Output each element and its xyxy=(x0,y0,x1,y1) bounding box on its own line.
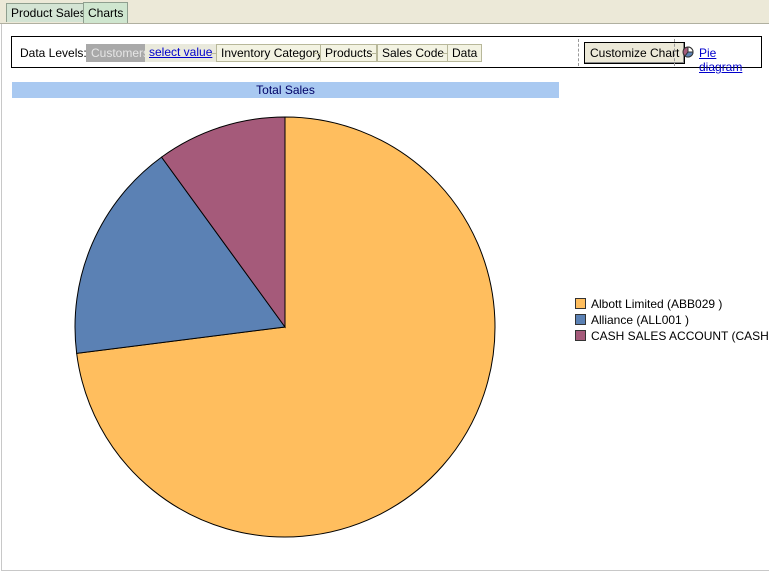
pie-diagram-link[interactable]: Pie diagram xyxy=(699,46,761,74)
customize-chart-button[interactable]: Customize Chart xyxy=(584,42,686,64)
legend-item: CASH SALES ACCOUNT (CASH ) xyxy=(575,328,769,344)
pie-chart-icon[interactable] xyxy=(682,46,694,58)
level-data[interactable]: Data xyxy=(447,44,483,62)
legend-item: Alliance (ALL001 ) xyxy=(575,312,769,328)
level-sales-code[interactable]: Sales Code xyxy=(377,44,450,62)
legend-label: Alliance (ALL001 ) xyxy=(591,313,690,327)
legend-label: CASH SALES ACCOUNT (CASH ) xyxy=(591,329,769,343)
legend-item: Albott Limited (ABB029 ) xyxy=(575,296,769,312)
legend-swatch xyxy=(575,330,586,341)
toolbar-separator xyxy=(674,39,675,66)
toolbar-separator xyxy=(578,39,579,66)
data-levels-toolbar: Data Levels: Customers select value Inve… xyxy=(11,36,762,74)
tab-charts[interactable]: Charts xyxy=(83,2,129,23)
select-value-link[interactable]: select value xyxy=(145,44,217,62)
level-inventory-category[interactable]: Inventory Category xyxy=(216,44,328,62)
legend-label: Albott Limited (ABB029 ) xyxy=(591,297,723,311)
chart-title: Total Sales xyxy=(12,82,559,98)
level-products[interactable]: Products xyxy=(320,44,378,62)
legend-swatch xyxy=(575,298,586,309)
level-customers: Customers xyxy=(86,44,155,62)
pie-chart xyxy=(74,116,496,538)
legend-swatch xyxy=(575,314,586,325)
tab-product-sales[interactable]: Product Sales xyxy=(6,3,91,22)
tab-strip: Product Sales Charts xyxy=(0,0,769,24)
data-levels-label: Data Levels: xyxy=(20,46,87,60)
chart-legend: Albott Limited (ABB029 ) Alliance (ALL001… xyxy=(575,296,769,344)
